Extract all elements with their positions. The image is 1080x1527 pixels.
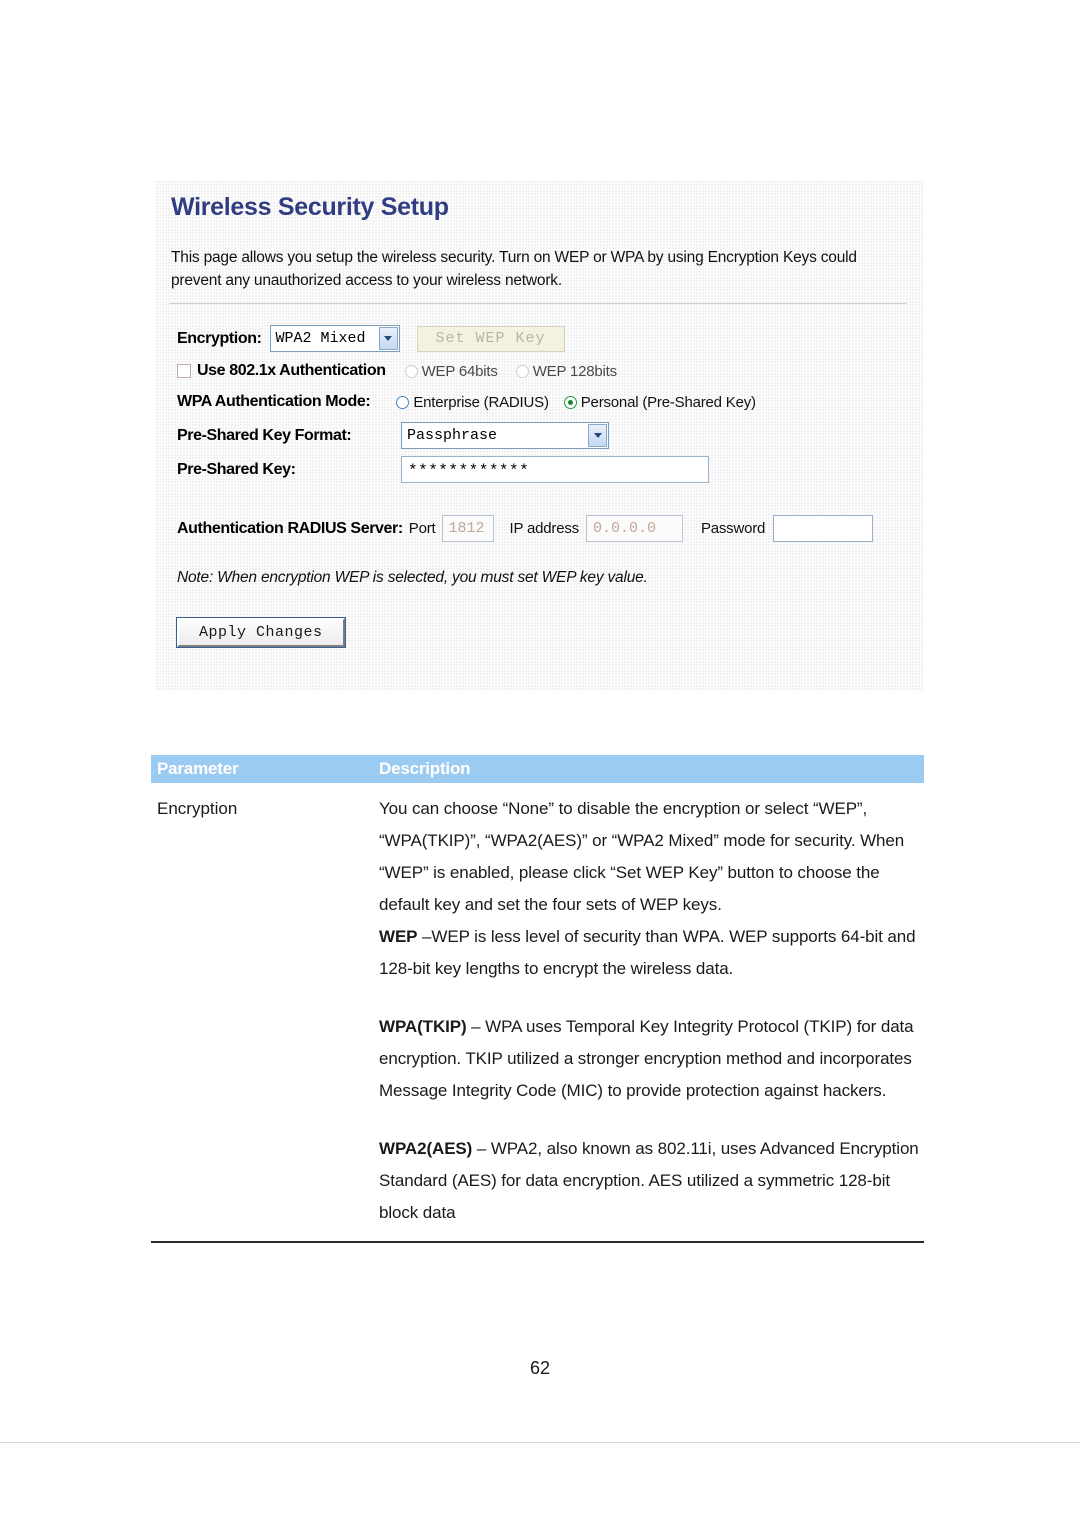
encryption-label: Encryption: (177, 329, 262, 347)
description-paragraph: You can choose “None” to disable the enc… (379, 799, 905, 914)
description-term: WEP (379, 927, 418, 946)
cell-parameter: Encryption (157, 799, 238, 818)
psk-format-select[interactable]: Passphrase (401, 422, 609, 449)
footer-divider (0, 1442, 1080, 1443)
description-paragraph: WEP –WEP is less level of security than … (379, 927, 916, 978)
description-term: WPA2(AES) (379, 1139, 473, 1158)
dot1x-row: Use 802.1x Authentication WEP 64bits WEP… (177, 362, 617, 380)
psk-row: Pre-Shared Key: ************ (177, 456, 709, 483)
radius-password-input[interactable] (773, 515, 874, 542)
set-wep-key-button[interactable]: Set WEP Key (416, 325, 565, 352)
psk-input-value: ************ (408, 462, 530, 480)
personal-psk-option[interactable]: Personal (Pre-Shared Key) (563, 393, 756, 411)
apply-changes-row: Apply Changes (176, 617, 346, 648)
enterprise-radius-option[interactable]: Enterprise (RADIUS) (396, 393, 549, 411)
page-title: Wireless Security Setup (171, 193, 449, 221)
radius-port-value: 1812 (448, 520, 485, 537)
wep-128bits-option[interactable]: WEP 128bits (515, 362, 617, 380)
radius-ip-input[interactable]: 0.0.0.0 (585, 515, 683, 542)
column-header-description: Description (379, 759, 471, 778)
encryption-row: Encryption: WPA2 Mixed Set WEP Key (177, 325, 565, 352)
table-row: Encryption You can choose “None” to disa… (151, 783, 924, 1241)
chevron-down-icon (378, 327, 398, 350)
page-number: 62 (529, 1358, 551, 1378)
wep-note: Note: When encryption WEP is selected, y… (177, 569, 648, 586)
enterprise-radius-radio[interactable] (396, 395, 410, 409)
psk-format-label: Pre-Shared Key Format: (177, 426, 352, 444)
psk-input[interactable]: ************ (401, 456, 709, 483)
personal-psk-label: Personal (Pre-Shared Key) (580, 393, 756, 411)
encryption-select[interactable]: WPA2 Mixed (269, 325, 400, 352)
table-header-row: Parameter Description (151, 755, 924, 783)
description-term: WPA(TKIP) (379, 1017, 467, 1036)
wep-64bits-label: WEP 64bits (421, 362, 498, 380)
apply-changes-button[interactable]: Apply Changes (176, 617, 346, 648)
psk-format-select-value: Passphrase (407, 427, 498, 444)
radius-port-label: Port (408, 520, 436, 537)
use-802-1x-checkbox[interactable] (177, 364, 191, 378)
parameter-description-table: Parameter Description Encryption You can… (151, 755, 924, 1243)
wpa-auth-mode-row: WPA Authentication Mode: Enterprise (RAD… (177, 393, 756, 411)
use-802-1x-label: Use 802.1x Authentication (197, 362, 386, 379)
wireless-security-setup-panel: Wireless Security Setup This page allows… (155, 181, 923, 691)
description-paragraph: WPA(TKIP) – WPA uses Temporal Key Integr… (379, 1017, 914, 1100)
radius-ip-label: IP address (509, 520, 580, 537)
radius-ip-value: 0.0.0.0 (592, 520, 656, 537)
radius-port-input[interactable]: 1812 (441, 515, 494, 542)
divider (169, 303, 907, 304)
cell-description: You can choose “None” to disable the enc… (379, 793, 924, 1229)
wep-128bits-label: WEP 128bits (532, 362, 617, 380)
column-header-parameter: Parameter (157, 759, 239, 778)
description-paragraph: WPA2(AES) – WPA2, also known as 802.11i,… (379, 1139, 919, 1222)
enterprise-radius-label: Enterprise (RADIUS) (413, 393, 549, 411)
wpa-auth-mode-label: WPA Authentication Mode: (177, 393, 371, 410)
wep-64bits-radio[interactable] (404, 364, 418, 378)
wep-128bits-radio[interactable] (515, 364, 529, 378)
radius-server-label: Authentication RADIUS Server: (177, 519, 403, 537)
chevron-down-icon (588, 424, 607, 447)
radius-row: Authentication RADIUS Server: Port 1812 … (177, 515, 874, 542)
wep-64bits-option[interactable]: WEP 64bits (404, 362, 498, 380)
panel-description: This page allows you setup the wireless … (171, 249, 857, 289)
personal-psk-radio[interactable] (563, 395, 577, 409)
psk-label: Pre-Shared Key: (177, 460, 296, 478)
psk-format-row: Pre-Shared Key Format: Passphrase (177, 422, 609, 449)
encryption-select-value: WPA2 Mixed (275, 330, 366, 347)
radius-password-label: Password (700, 520, 766, 537)
